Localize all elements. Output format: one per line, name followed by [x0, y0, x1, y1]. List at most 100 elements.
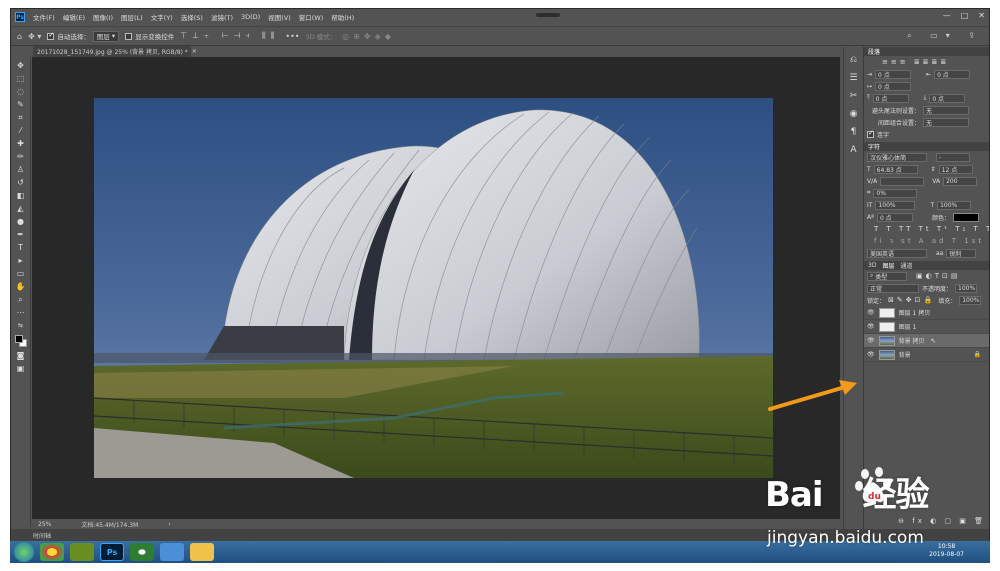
eye-icon[interactable]: 👁: [867, 337, 875, 344]
screen-mode-icon[interactable]: ▣: [14, 364, 28, 374]
menu-3d[interactable]: 3D(D): [241, 13, 260, 21]
layer-row[interactable]: 👁 背景 🔒: [864, 348, 989, 362]
healing-brush-tool-icon[interactable]: ✚: [14, 139, 28, 149]
network-icon[interactable]: [160, 543, 184, 561]
space-before-field[interactable]: 0 点: [872, 93, 909, 103]
spacing-dropdown[interactable]: 无: [923, 117, 970, 127]
gradient-tool-icon[interactable]: ◭: [14, 204, 28, 214]
photoshop-taskbar-icon[interactable]: Ps: [100, 543, 124, 561]
menu-image[interactable]: 图像(I): [93, 12, 113, 22]
marquee-tool-icon[interactable]: ⬚: [14, 74, 28, 84]
document-photo[interactable]: [94, 98, 773, 478]
more-options-icon[interactable]: •••: [285, 32, 299, 41]
history-icon[interactable]: ⎌: [850, 55, 857, 65]
auto-select-option[interactable]: 自动选择： 图层 ▾: [47, 30, 120, 42]
antialias-dropdown[interactable]: 锐利: [946, 248, 977, 258]
show-transform-option[interactable]: 显示变换控件: [125, 31, 174, 41]
menu-help[interactable]: 帮助(H): [331, 12, 354, 22]
color-swatches-icon[interactable]: [14, 334, 28, 348]
fill-field[interactable]: 100%: [959, 295, 982, 305]
hand-tool-icon[interactable]: ✋: [14, 282, 28, 292]
paragraph-align-buttons[interactable]: ≡≡≡ ≣≣≣≣: [864, 56, 989, 68]
document-tab[interactable]: 20171028_151749.jpg @ 25% (背景 拷贝, RGB/8)…: [33, 46, 197, 57]
font-style-dropdown[interactable]: -: [936, 152, 970, 162]
shape-tool-icon[interactable]: ▭: [14, 269, 28, 279]
space-after-field[interactable]: 0 点: [929, 93, 966, 103]
quick-select-tool-icon[interactable]: ✎: [14, 100, 28, 110]
tracking-field[interactable]: 200: [943, 176, 978, 186]
menu-layer[interactable]: 图层(L): [121, 12, 143, 22]
crop-tool-icon[interactable]: ⌗: [14, 113, 28, 123]
leading-field[interactable]: 12 点: [938, 164, 973, 174]
close-tab-icon[interactable]: ✕: [192, 48, 197, 55]
indent-left-field[interactable]: 0 点: [875, 69, 912, 79]
clone-stamp-tool-icon[interactable]: ♙: [14, 165, 28, 175]
quick-mask-icon[interactable]: ◙: [14, 351, 28, 361]
layer-name[interactable]: 图层 1 拷贝: [899, 308, 931, 317]
language-dropdown[interactable]: 美国英语: [867, 248, 927, 258]
chrome-icon[interactable]: [40, 543, 64, 561]
opacity-field[interactable]: 100%: [955, 283, 978, 293]
dodge-tool-icon[interactable]: ●: [14, 217, 28, 227]
zoom-tool-icon[interactable]: ⌕: [14, 295, 28, 305]
status-arrow-icon[interactable]: ›: [168, 521, 170, 528]
minimize-button[interactable]: —: [943, 11, 951, 20]
canvas-area[interactable]: [32, 57, 840, 519]
auto-select-checkbox[interactable]: [47, 31, 55, 40]
menu-view[interactable]: 视图(V): [268, 12, 291, 22]
blend-mode-dropdown[interactable]: 正常: [867, 283, 919, 293]
swap-colors-icon[interactable]: ⇆: [14, 321, 28, 331]
window-drag-handle[interactable]: [536, 13, 560, 17]
eye-icon[interactable]: 👁: [867, 309, 875, 316]
font-size-field[interactable]: 64.83 点: [873, 164, 918, 174]
lock-icons[interactable]: ⊠✎✥⊡🔒: [888, 296, 935, 304]
kerning-field[interactable]: [880, 176, 925, 186]
close-button[interactable]: ✕: [978, 11, 985, 20]
properties-icon[interactable]: ☰: [849, 73, 857, 83]
layer-name[interactable]: 图层 1: [899, 322, 917, 331]
zoom-level[interactable]: 25%: [38, 521, 51, 528]
brush-tool-icon[interactable]: ✏: [14, 152, 28, 162]
opentype-buttons[interactable]: fi ꝛ st A ad T 1st ½: [864, 235, 989, 247]
eye-icon[interactable]: 👁: [867, 351, 875, 358]
tab-channels[interactable]: 通道: [900, 261, 912, 270]
move-tool-preset-icon[interactable]: ✥ ▾: [28, 32, 41, 41]
menu-file[interactable]: 文件(F): [33, 12, 55, 22]
tab-3d[interactable]: 3D: [868, 262, 876, 269]
move-tool-icon[interactable]: ✥: [14, 61, 28, 71]
layer-row-selected[interactable]: 👁 背景 拷贝 ↖: [864, 334, 989, 348]
hyphenate-checkbox[interactable]: [867, 129, 874, 138]
menu-edit[interactable]: 编辑(E): [63, 12, 85, 22]
folder-icon[interactable]: [190, 543, 214, 561]
tab-layers[interactable]: 图层: [882, 261, 894, 270]
layer-filter-icons[interactable]: ▣◐T⊡▤: [916, 272, 960, 280]
scale-field[interactable]: 0%: [873, 188, 918, 198]
font-family-dropdown[interactable]: 汉仪雅心体简: [867, 152, 927, 162]
type-style-buttons[interactable]: T T TT Tt T¹ T₁ T T: [864, 223, 989, 235]
indent-right-field[interactable]: 0 点: [934, 69, 971, 79]
brushes-icon[interactable]: ◉: [850, 109, 858, 119]
eraser-tool-icon[interactable]: ◧: [14, 191, 28, 201]
eyedropper-tool-icon[interactable]: ⁄: [14, 126, 28, 136]
lock-icon[interactable]: 🔒: [974, 351, 981, 358]
character-panel-header[interactable]: 字符: [864, 142, 989, 151]
avoid-dropdown[interactable]: 无: [923, 105, 970, 115]
paragraph-panel-header[interactable]: 段落: [864, 47, 989, 56]
vscale-field[interactable]: 100%: [875, 200, 916, 210]
maximize-button[interactable]: □: [961, 11, 969, 20]
indent-first-field[interactable]: 0 点: [875, 81, 912, 91]
start-button-icon[interactable]: [14, 542, 34, 562]
align-icons[interactable]: ⊤⊥⫟ ⊢⊣⫞ ⫼⫼: [180, 31, 279, 41]
lasso-tool-icon[interactable]: ◌: [14, 87, 28, 97]
type-tool-icon[interactable]: T: [14, 243, 28, 253]
layer-name[interactable]: 背景: [899, 350, 911, 359]
tools-presets-icon[interactable]: ✂: [850, 91, 858, 101]
character-icon[interactable]: A: [850, 145, 856, 155]
360-icon[interactable]: [130, 543, 154, 561]
eye-icon[interactable]: 👁: [867, 323, 875, 330]
home-icon[interactable]: ⌂: [17, 32, 22, 41]
layer-row[interactable]: 👁 图层 1 拷贝: [864, 306, 989, 320]
show-transform-checkbox[interactable]: [125, 32, 133, 40]
pen-tool-icon[interactable]: ✒: [14, 230, 28, 240]
path-select-tool-icon[interactable]: ▸: [14, 256, 28, 266]
